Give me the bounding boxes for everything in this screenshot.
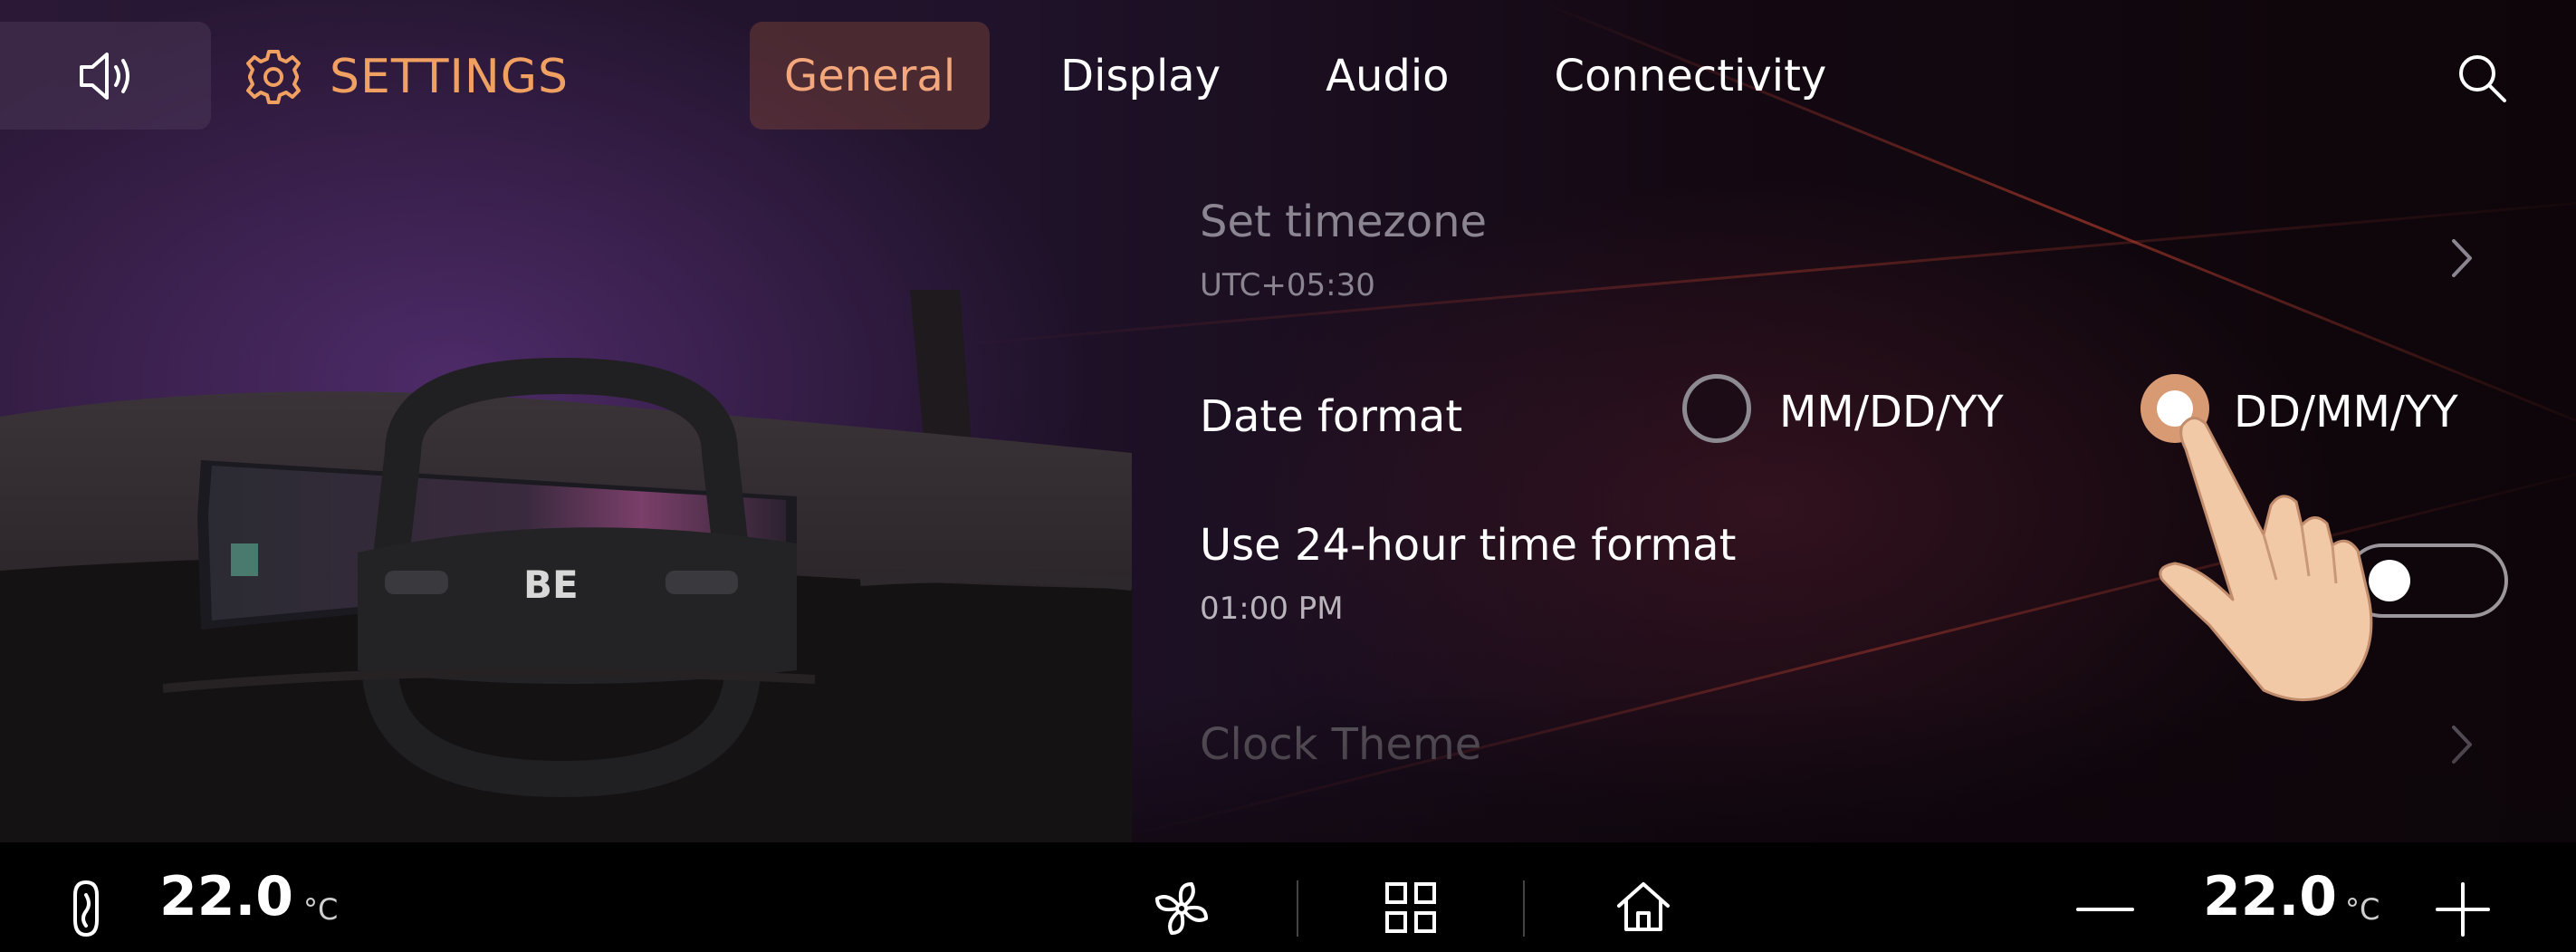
speaker-icon xyxy=(79,52,129,100)
tab-display[interactable]: Display xyxy=(1026,22,1255,130)
right-temperature-unit: °C xyxy=(2345,892,2380,927)
tab-connectivity[interactable]: Connectivity xyxy=(1520,22,1862,130)
clock-theme-label[interactable]: Clock Theme xyxy=(1200,719,1481,770)
right-temperature[interactable]: 22.0 xyxy=(2203,865,2337,928)
divider xyxy=(1297,880,1298,937)
date-format-label: Date format xyxy=(1200,391,1463,442)
left-temperature-unit: °C xyxy=(303,892,339,927)
settings-screen: SETTINGS General Display Audio Connectiv… xyxy=(0,0,2576,842)
fan-icon[interactable] xyxy=(1150,877,1213,940)
radio-mm-dd-yy[interactable] xyxy=(1682,374,1751,443)
set-timezone-label[interactable]: Set timezone xyxy=(1200,197,1487,247)
settings-title: SETTINGS xyxy=(244,45,569,109)
chevron-right-icon[interactable] xyxy=(2447,722,2475,767)
tab-audio[interactable]: Audio xyxy=(1291,22,1483,130)
tab-general[interactable]: General xyxy=(750,22,991,130)
chevron-right-icon[interactable] xyxy=(2447,236,2475,281)
divider xyxy=(1523,880,1525,937)
car-interior-image: BE xyxy=(0,272,1133,842)
seat-heat-icon[interactable] xyxy=(68,877,104,940)
timezone-value: UTC+05:30 xyxy=(1200,267,1375,303)
time-format-label: Use 24-hour time format xyxy=(1200,520,1737,571)
minus-icon[interactable] xyxy=(2076,906,2134,913)
climate-bar: 22.0 °C 22.0 °C xyxy=(0,842,2576,952)
volume-button[interactable] xyxy=(0,22,211,130)
plus-icon[interactable] xyxy=(2436,882,2490,937)
hand-pointer-icon xyxy=(2159,417,2373,701)
gear-icon xyxy=(246,50,301,104)
time-format-value: 01:00 PM xyxy=(1200,591,1344,627)
page-title: SETTINGS xyxy=(330,50,570,104)
home-icon[interactable] xyxy=(1614,879,1673,935)
apps-grid-icon[interactable] xyxy=(1384,880,1438,935)
left-temperature[interactable]: 22.0 xyxy=(159,865,293,928)
search-icon xyxy=(2459,55,2506,102)
light-streak xyxy=(951,194,2576,347)
settings-tabs: General Display Audio Connectivity xyxy=(750,22,1897,130)
radio-mm-dd-yy-label[interactable]: MM/DD/YY xyxy=(1779,387,2004,438)
search-button[interactable] xyxy=(2454,50,2512,108)
vehicle-logo: BE xyxy=(523,563,579,607)
